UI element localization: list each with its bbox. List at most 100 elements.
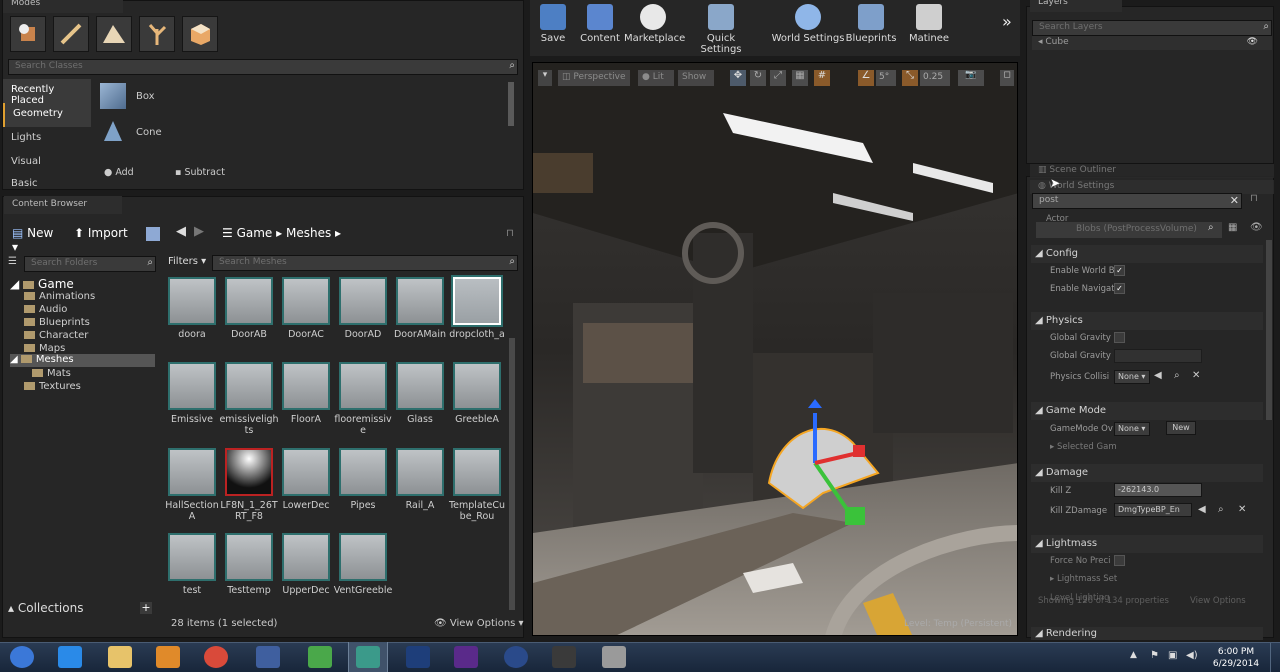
asset-thumbnail-dropcloth-a[interactable] [453,277,501,325]
surface-snap-icon[interactable]: ▦ [792,70,808,86]
section-config[interactable]: ◢ Config [1031,245,1263,263]
toolbar-overflow-button[interactable]: » [1002,12,1012,31]
new-button[interactable]: ▤ New ▾ [8,224,64,254]
forward-arrow-icon[interactable]: ▶ [194,224,204,239]
asset-scrollbar[interactable] [509,338,515,610]
save-button[interactable]: Save [536,0,570,52]
physics-collision-dropdown[interactable]: None ▾ [1114,370,1150,384]
level-viewport[interactable] [532,62,1018,636]
show-button[interactable]: Show [678,70,714,86]
asset-thumbnail-doora[interactable] [168,277,216,325]
search-layers-input[interactable]: Search Layers ⌕ [1032,20,1272,36]
back-arrow-icon[interactable]: ◀ [1154,370,1162,381]
taskbar-clock[interactable]: 6:00 PM 6/29/2014 [1206,646,1266,670]
back-arrow-icon[interactable]: ◀ [176,224,186,239]
add-collection-icon[interactable]: + [140,602,152,614]
search-icon[interactable]: ⌕ [1218,504,1224,515]
asset-thumbnail-doorac[interactable] [282,277,330,325]
breadcrumb-game[interactable]: Game [237,226,273,240]
search-icon[interactable]: ⌕ [1208,222,1214,233]
asset-thumbnail-greeblea[interactable] [453,362,501,410]
category-recently-placed[interactable]: Recently Placed [3,79,91,106]
asset-thumbnail-lowerdec[interactable] [282,448,330,496]
section-rendering[interactable]: ◢ Rendering [1031,627,1263,640]
kill-z-damage-dropdown[interactable]: DmgTypeBP_En [1114,503,1192,517]
search-classes-input[interactable]: Search Classes ⌕ [8,59,518,75]
category-visual[interactable]: Visual [3,151,91,175]
asset-thumbnail-ventgreeble[interactable] [339,533,387,581]
section-damage[interactable]: ◢ Damage [1031,464,1263,482]
scale-snap-value[interactable]: 0.25 [920,70,950,86]
actor-selector[interactable]: Blobs (PostProcessVolume) [1036,222,1222,238]
folder-mats[interactable]: Mats [32,368,71,381]
back-arrow-icon[interactable]: ◀ [1198,504,1206,515]
folder-audio[interactable]: Audio [24,304,67,317]
taskbar-matrix-button[interactable] [348,642,388,672]
content-button[interactable]: Content [578,0,622,52]
content-browser-tab[interactable]: Content Browser [4,196,122,214]
brush-add-option[interactable]: ● Add [104,167,134,178]
asset-thumbnail-testtemp[interactable] [225,533,273,581]
asset-thumbnail-emissive[interactable] [168,362,216,410]
collections-header[interactable]: ▴ Collections [8,601,154,619]
translate-icon[interactable]: ✥ [730,70,746,86]
folder-character[interactable]: Character [24,330,88,343]
layer-row-cube[interactable]: ◂ Cube 👁 [1032,36,1272,50]
rotation-snap-icon[interactable]: ∠ [858,70,874,86]
section-game-mode[interactable]: ◢ Game Mode [1031,402,1263,420]
search-assets-input[interactable]: Search Meshes ⌕ [212,255,518,271]
folder-meshes[interactable]: ◢ Meshes [10,354,155,367]
layers-tab[interactable]: Layers [1030,0,1122,12]
blueprints-button[interactable]: Blueprints [844,0,898,52]
folder-view-icon[interactable]: ☰ [8,256,17,267]
taskbar-xbox-button[interactable] [300,642,340,672]
asset-thumbnail-emissivelights[interactable] [225,362,273,410]
rotate-icon[interactable]: ↻ [750,70,766,86]
taskbar-media-player-button[interactable] [148,642,188,672]
checkbox-global-gravity[interactable] [1114,332,1125,343]
tray-up-arrow-icon[interactable]: ▲ [1130,650,1137,660]
details-view-options[interactable]: View Options [1190,596,1246,606]
placed-item-cone[interactable]: Cone [100,116,162,148]
scene-outliner-tab[interactable]: ▥ Scene Outliner [1030,164,1274,178]
scale-snap-icon[interactable]: ⤡ [902,70,918,86]
category-geometry[interactable]: Geometry [3,103,91,127]
asset-thumbnail-floora[interactable] [282,362,330,410]
taskbar-photoshop-button[interactable] [398,642,438,672]
tray-network-icon[interactable]: ▣ [1168,650,1177,661]
asset-thumbnail-hallsectiona[interactable] [168,448,216,496]
section-lightmass[interactable]: ◢ Lightmass [1031,535,1263,553]
checkbox-enable-world-bounds[interactable]: ✓ [1114,265,1125,276]
breadcrumb-meshes[interactable]: Meshes [286,226,331,240]
clear-icon[interactable]: ✕ [1238,504,1246,515]
global-gravity-z-field[interactable] [1114,349,1202,363]
world-settings-tab[interactable]: ◍ World Settings [1030,180,1274,194]
folder-animations[interactable]: Animations [24,291,95,304]
world-settings-button[interactable]: World Settings [770,0,846,52]
checkbox-force-no-precomputed[interactable] [1114,555,1125,566]
perspective-button[interactable]: ◫ Perspective [558,70,630,86]
lit-button[interactable]: ● Lit [638,70,674,86]
path-list-icon[interactable]: ☰ [222,226,233,240]
tray-flag-icon[interactable]: ⚑ [1150,650,1159,661]
foliage-mode-icon[interactable] [139,16,175,52]
gamemode-override-dropdown[interactable]: None ▾ [1114,422,1150,436]
lock-icon[interactable]: ⊓ [506,228,514,239]
asset-thumbnail-test[interactable] [168,533,216,581]
taskbar-tool-button[interactable] [594,642,634,672]
taskbar-explorer-button[interactable] [100,642,140,672]
asset-thumbnail-upperdec[interactable] [282,533,330,581]
camera-speed-icon[interactable]: 📷 [958,70,984,86]
quick-settings-button[interactable]: Quick Settings [686,0,756,55]
search-folders-input[interactable]: Search Folders ⌕ [24,256,156,272]
taskbar-ie-button[interactable] [50,642,90,672]
asset-thumbnail-rail-a[interactable] [396,448,444,496]
asset-thumbnail-pipes[interactable] [339,448,387,496]
taskbar-unreal-editor-button[interactable] [544,642,584,672]
visibility-eye-icon[interactable]: 👁 [1250,222,1263,233]
view-options-button[interactable]: 👁 View Options ▾ [434,618,524,629]
taskbar-nvidia-button[interactable] [446,642,486,672]
asset-thumbnail-dooramain[interactable] [396,277,444,325]
search-icon[interactable]: ⌕ [1174,370,1180,381]
grid-snap-icon[interactable]: # [814,70,830,86]
